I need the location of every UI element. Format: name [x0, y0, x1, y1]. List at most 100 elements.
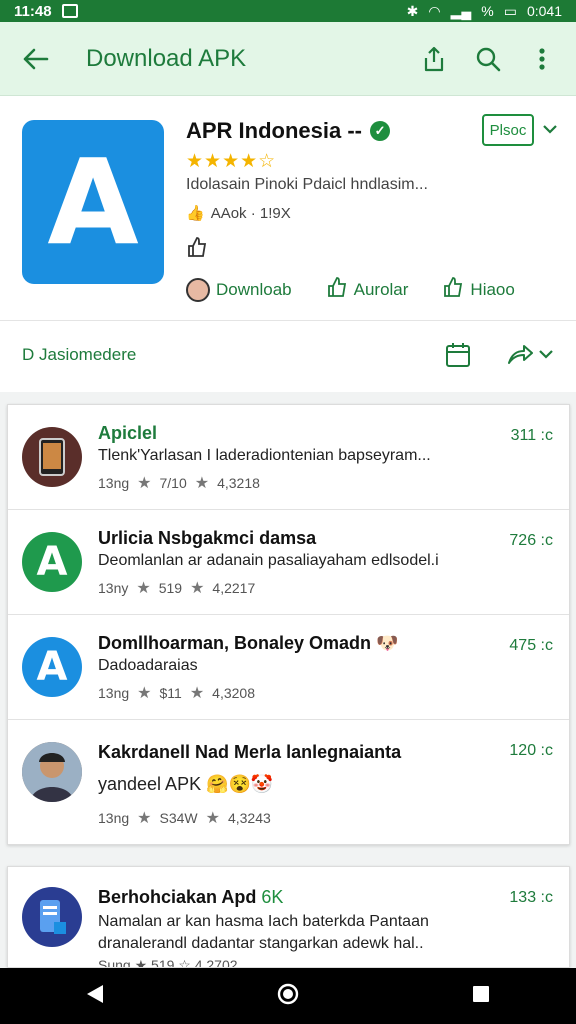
download-label: Downloab [216, 279, 292, 299]
item-meta-b: $11 [159, 685, 182, 701]
app-list: Apiclel Tlenk'Yarlasan I laderadiontenia… [7, 404, 570, 845]
item-subtitle: Dadoadaraias [98, 657, 198, 674]
app-detail: A APR Indonesia -- ✓ ★★★★☆ Idolasain Pin… [0, 96, 576, 320]
third-action-button[interactable]: Hiaoo [442, 276, 515, 303]
status-right: ✱ ◠ ▂▄ % ▭ 0:041 [407, 3, 562, 20]
battery-icon: ▭ [503, 2, 517, 19]
third-action-label: Hiaoo [470, 279, 515, 299]
item-meta: 13ng ★ S34W ★ 4,3243 [98, 808, 271, 828]
star-icon: ★ [194, 475, 210, 492]
list-item[interactable]: Kakrdanell Nad Merla lanlegnaianta yande… [8, 720, 569, 844]
bluetooth-icon: ✱ [406, 2, 419, 19]
star-icon: ★ [137, 810, 152, 827]
item-meta-a: 13ng [98, 475, 130, 491]
nav-home-icon[interactable] [276, 982, 300, 1011]
chevron-down-icon[interactable] [542, 122, 558, 140]
thumb-icon: 👍 [186, 205, 205, 222]
share-icon[interactable] [418, 43, 450, 75]
item-count: 311 :c [510, 427, 553, 444]
item-meta: 13ng ★ 7/10 ★ 4,3218 [98, 473, 260, 493]
like-outline-icon[interactable] [186, 236, 208, 258]
list-item[interactable]: Apiclel Tlenk'Yarlasan I laderadiontenia… [8, 405, 569, 510]
app-description: Idolasain Pinoki Pdaicl hndlasim... [186, 176, 428, 193]
list-item[interactable]: Berhohciakan Apd 6K Namalan ar kan hasma… [7, 866, 570, 968]
thumb-up-icon [442, 276, 464, 303]
app-name-text: APR Indonesia -- [186, 118, 363, 143]
star-icon: ★ [136, 580, 151, 597]
battery-percent: % [481, 3, 494, 19]
item-meta-a: 13ng [98, 685, 130, 701]
verified-icon: ✓ [370, 121, 391, 141]
item-meta: 13ng ★ $11 ★ 4,3208 [98, 683, 255, 703]
second-action-button[interactable]: Aurolar [326, 276, 409, 303]
chevron-down-icon[interactable] [538, 348, 554, 360]
item-title-highlight: 6K [261, 887, 284, 907]
item-title: Domllhoarman, Bonaley Omadn 🐶 [98, 633, 399, 653]
star-icon: ★ [205, 810, 220, 827]
signal-icon: ▂▄ [450, 2, 472, 19]
app-meta-text: AAok · 1!9X [210, 204, 291, 222]
section-label[interactable]: D Jasiomedere [22, 345, 136, 365]
item-count: 120 :c [509, 742, 553, 759]
star-icon: ★ [190, 580, 205, 597]
item-meta-b: 519 [158, 580, 183, 596]
phone-avatar-icon [22, 427, 82, 487]
status-clock: 0:041 [526, 3, 562, 19]
item-count: 133 :c [509, 889, 553, 906]
user-avatar [22, 742, 82, 802]
app-avatar: A [22, 532, 82, 592]
item-meta-c: 4,3208 [212, 685, 255, 701]
item-line-2: dranalerandl dadantar stangarkan adewk h… [98, 935, 424, 952]
app-name: APR Indonesia -- ✓ [186, 118, 391, 144]
back-arrow-icon[interactable] [18, 41, 54, 77]
item-meta-a: 13ny [98, 580, 129, 596]
star-icon: ★ [189, 685, 205, 702]
item-meta-c: 4,3218 [217, 475, 260, 491]
plus-button[interactable]: Plsoc [482, 114, 534, 146]
item-meta: Sung ★ 519 ☆ 4,2702 [98, 957, 238, 968]
nav-recents-icon[interactable] [471, 984, 491, 1009]
status-bar: 11:48 ✱ ◠ ▂▄ % ▭ 0:041 [0, 0, 576, 22]
item-meta: 13ny ★ 519 ★ 4,2217 [98, 578, 255, 598]
star-icon: ★ [137, 475, 152, 492]
rating-stars: ★★★★☆ [186, 151, 277, 172]
item-meta-b: 7/10 [159, 475, 187, 491]
list-item[interactable]: A Domllhoarman, Bonaley Omadn 🐶 Dadoadar… [8, 615, 569, 720]
appbar-actions [418, 43, 558, 75]
page-title: Download APK [86, 44, 247, 72]
item-title: Apiclel [98, 423, 158, 443]
nav-back-icon[interactable] [85, 983, 105, 1010]
item-subtitle: yandeel APK 🤗😵🤡 [98, 774, 274, 794]
item-count: 726 :c [509, 532, 553, 549]
share-arrow-button[interactable] [506, 341, 554, 367]
list-item[interactable]: A Urlicia Nsbgakmci damsa Deomlanlan ar … [8, 510, 569, 615]
avatar [186, 277, 210, 302]
calendar-icon[interactable] [444, 341, 472, 374]
second-action-label: Aurolar [353, 279, 409, 299]
notification-icon [61, 4, 78, 18]
app-bar: Download APK [0, 22, 576, 96]
action-row: Downloab Aurolar Hiaoo [186, 276, 515, 303]
item-subtitle: Tlenk'Yarlasan I laderadiontenian bapsey… [98, 447, 431, 464]
item-meta-a: 13ng [98, 810, 130, 826]
item-title: Urlicia Nsbgakmci damsa [98, 528, 317, 548]
app-avatar [22, 887, 82, 947]
item-subtitle: Deomlanlan ar adanain pasaliayaham edlso… [98, 552, 439, 569]
thumb-up-icon [326, 276, 348, 303]
download-button[interactable]: Downloab [186, 277, 292, 302]
wifi-icon: ◠ [428, 2, 441, 19]
item-count: 475 :c [509, 637, 553, 654]
item-title: Kakrdanell Nad Merla lanlegnaianta [98, 742, 402, 762]
more-vert-icon[interactable] [526, 43, 558, 75]
app-avatar: A [22, 637, 82, 697]
section-row: D Jasiomedere [0, 320, 576, 392]
item-title: Berhohciakan Apd 6K [98, 887, 283, 908]
item-line-1: Namalan ar kan hasma Iach baterkda Panta… [98, 913, 429, 930]
item-meta-c: 4,2217 [212, 580, 256, 596]
app-meta: 👍 AAok · 1!9X [186, 204, 291, 223]
item-meta-b: S34W [159, 810, 198, 826]
item-meta-c: 4,3243 [227, 810, 271, 826]
app-logo: A [22, 120, 164, 284]
search-icon[interactable] [472, 43, 504, 75]
system-nav-bar [0, 968, 576, 1024]
